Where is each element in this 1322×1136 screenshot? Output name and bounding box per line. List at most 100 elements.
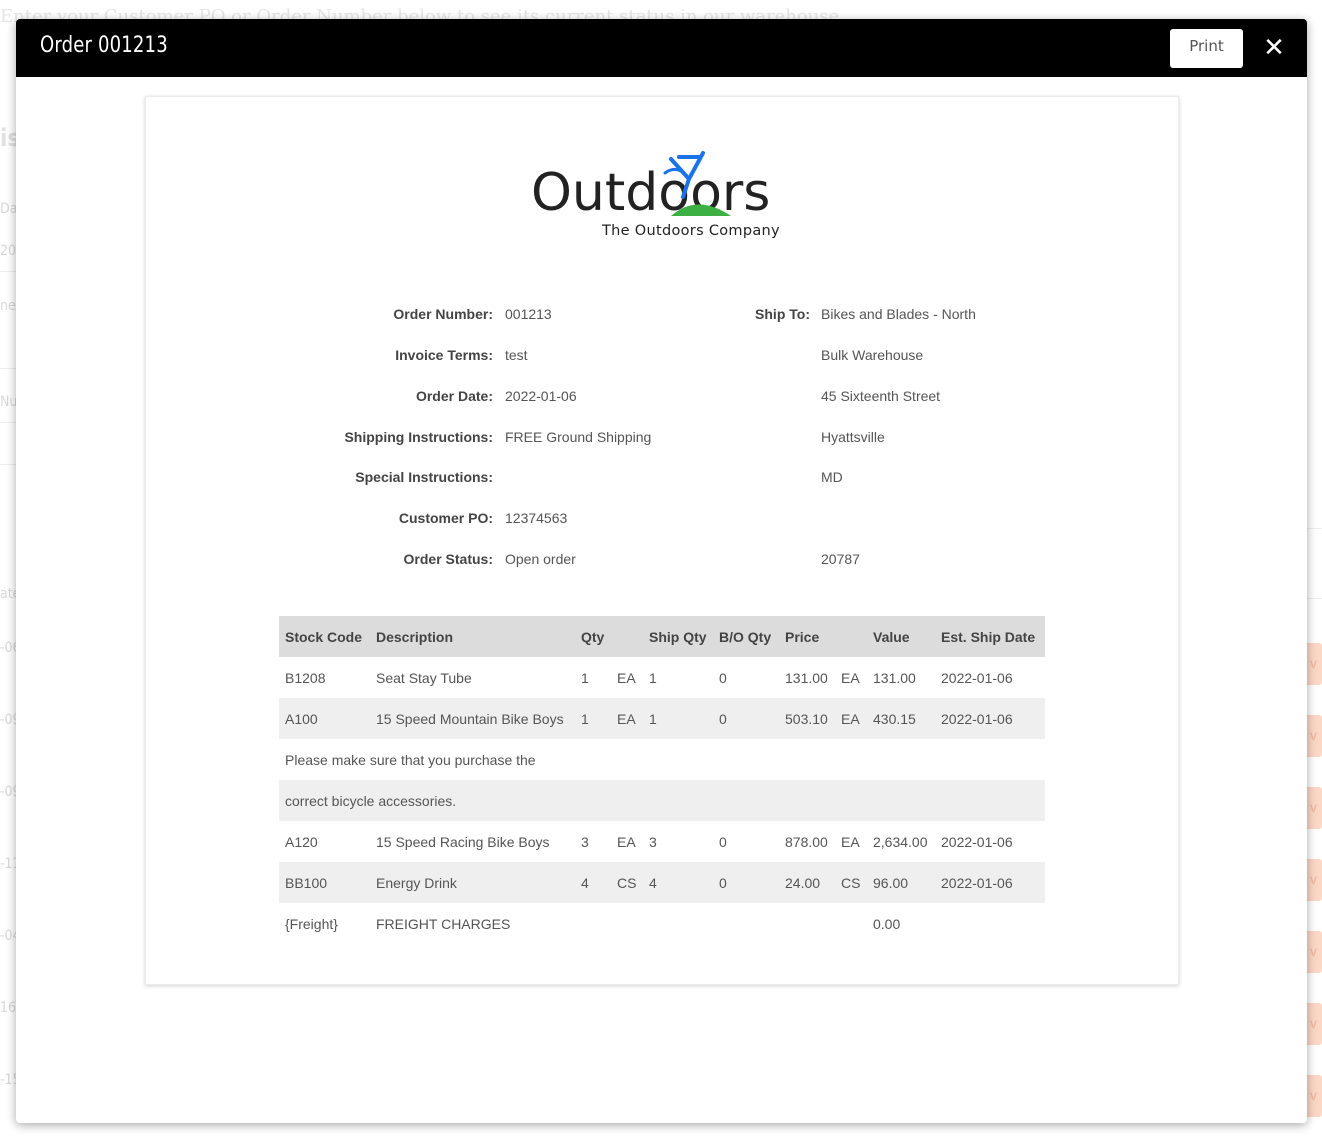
qty-cell: 4 (575, 862, 611, 903)
background-view-button: v (1307, 787, 1322, 829)
value-cell: 430.15 (867, 698, 935, 739)
order-number-value: 001213 (505, 306, 552, 322)
background-fragment: Da (0, 201, 16, 217)
background-divider (1307, 598, 1322, 599)
value-cell: 96.00 (867, 862, 935, 903)
stock-code-cell: A120 (285, 833, 318, 850)
ship-to-label: Ship To: (755, 306, 810, 322)
description-cell: Energy Drink (370, 862, 575, 903)
unit-cell: CS (611, 862, 643, 903)
ship-to-line: 20787 (821, 551, 860, 567)
customer-po-label: Customer PO: (398, 510, 493, 526)
background-fragment: is (0, 124, 16, 152)
background-view-button: v (1307, 1075, 1322, 1117)
freight-row: {Freight} FREIGHT CHARGES 0.00 (279, 903, 1045, 944)
ship-date-cell: 2022-01-06 (935, 698, 1045, 739)
price-unit-cell: EA (835, 698, 867, 739)
qty-cell: 1 (581, 669, 589, 686)
modal-title: Order 001213 (40, 33, 168, 58)
background-fragment: -15 (0, 1072, 16, 1088)
print-button[interactable]: Print (1170, 29, 1243, 68)
background-view-button: v (1307, 1003, 1322, 1045)
background-view-button: v (1307, 931, 1322, 973)
qty-cell: 3 (581, 833, 589, 850)
ship-qty-cell: 3 (649, 833, 657, 850)
shipping-instructions-label: Shipping Instructions: (344, 429, 493, 445)
bo-qty-cell: 0 (713, 698, 779, 739)
ship-to-line: Bikes and Blades - North (821, 306, 976, 322)
background-left-column: is Da 202 ner Nu ate -06 -09 -09 -11 -04… (0, 0, 16, 1136)
invoice-terms-value: test (505, 347, 528, 363)
ship-qty-cell: 1 (649, 669, 657, 686)
bicycle-hill-icon (663, 151, 731, 216)
stock-code-cell: BB100 (279, 862, 370, 903)
background-divider (0, 464, 16, 465)
bo-qty-cell: 0 (719, 669, 727, 686)
unit-cell: EA (617, 669, 636, 686)
background-divider (0, 422, 16, 423)
bo-qty-cell: 0 (713, 862, 779, 903)
note-cell: correct bicycle accessories. (279, 780, 1045, 821)
background-view-button: v (1307, 643, 1322, 685)
table-row: A120 15 Speed Racing Bike Boys 3 EA 3 0 … (279, 821, 1045, 862)
modal-header: Order 001213 Print ✕ (16, 19, 1307, 77)
price-cell: 503.10 (779, 698, 835, 739)
note-row: Please make sure that you purchase the (279, 739, 1045, 780)
column-header: B/O Qty (713, 616, 779, 657)
column-header: Price (779, 616, 835, 657)
background-divider (1307, 528, 1322, 529)
stock-code-cell: {Freight} (285, 915, 338, 932)
background-divider (0, 271, 16, 272)
column-header: Ship Qty (643, 616, 713, 657)
background-fragment: -09 (0, 784, 16, 800)
column-header (835, 616, 867, 657)
column-header: Est. Ship Date (935, 616, 1045, 657)
background-fragment: -11 (0, 856, 16, 872)
unit-cell: EA (611, 698, 643, 739)
column-header: Description (370, 616, 575, 657)
background-divider (0, 368, 16, 369)
order-date-label: Order Date: (415, 388, 493, 404)
description-cell: Seat Stay Tube (376, 669, 472, 686)
company-logo: Outdoors The Outdoors Company (531, 141, 793, 241)
table-row: BB100 Energy Drink 4 CS 4 0 24.00 CS 96.… (279, 862, 1045, 903)
background-fragment: 16 (0, 1000, 16, 1016)
ship-to-line: Hyattsville (821, 429, 885, 445)
ship-to-line: 45 Sixteenth Street (821, 388, 941, 404)
value-cell: 0.00 (873, 915, 901, 932)
background-fragment: ate (0, 586, 16, 602)
order-status-value: Open order (505, 551, 576, 567)
note-row: correct bicycle accessories. (279, 780, 1045, 821)
ship-date-cell: 2022-01-06 (935, 862, 1045, 903)
price-cell: 878.00 (785, 833, 828, 850)
order-date-value: 2022-01-06 (505, 388, 577, 404)
background-fragment: Nu (0, 394, 16, 410)
close-icon[interactable]: ✕ (1260, 34, 1288, 62)
logo-tagline: The Outdoors Company (602, 223, 780, 239)
background-fragment: ner (0, 298, 16, 314)
price-unit-cell: EA (841, 669, 860, 686)
value-cell: 131.00 (873, 669, 916, 686)
description-cell: FREIGHT CHARGES (376, 915, 511, 932)
ship-to-line: MD (821, 469, 843, 485)
price-unit-cell: EA (841, 833, 860, 850)
special-instructions-label: Special Instructions: (355, 469, 493, 485)
price-cell: 24.00 (779, 862, 835, 903)
shipping-instructions-value: FREE Ground Shipping (505, 429, 652, 445)
invoice-terms-label: Invoice Terms: (395, 347, 493, 363)
description-cell: 15 Speed Mountain Bike Boys (370, 698, 575, 739)
background-fragment: -04 (0, 928, 16, 944)
ship-date-cell: 2022-01-06 (941, 669, 1013, 686)
stock-code-cell: B1208 (285, 669, 326, 686)
order-items-table: Stock Code Description Qty Ship Qty B/O … (279, 616, 1045, 944)
background-view-button: v (1307, 859, 1322, 901)
order-modal: Order 001213 Print ✕ Outdoors The Outdoo… (16, 19, 1307, 1123)
price-cell: 131.00 (785, 669, 828, 686)
column-header: Stock Code (279, 616, 370, 657)
background-view-button: v (1307, 715, 1322, 757)
value-cell: 2,634.00 (873, 833, 928, 850)
background-fragment: -06 (0, 640, 16, 656)
column-header (611, 616, 643, 657)
order-number-label: Order Number: (393, 306, 493, 322)
qty-cell: 1 (575, 698, 611, 739)
